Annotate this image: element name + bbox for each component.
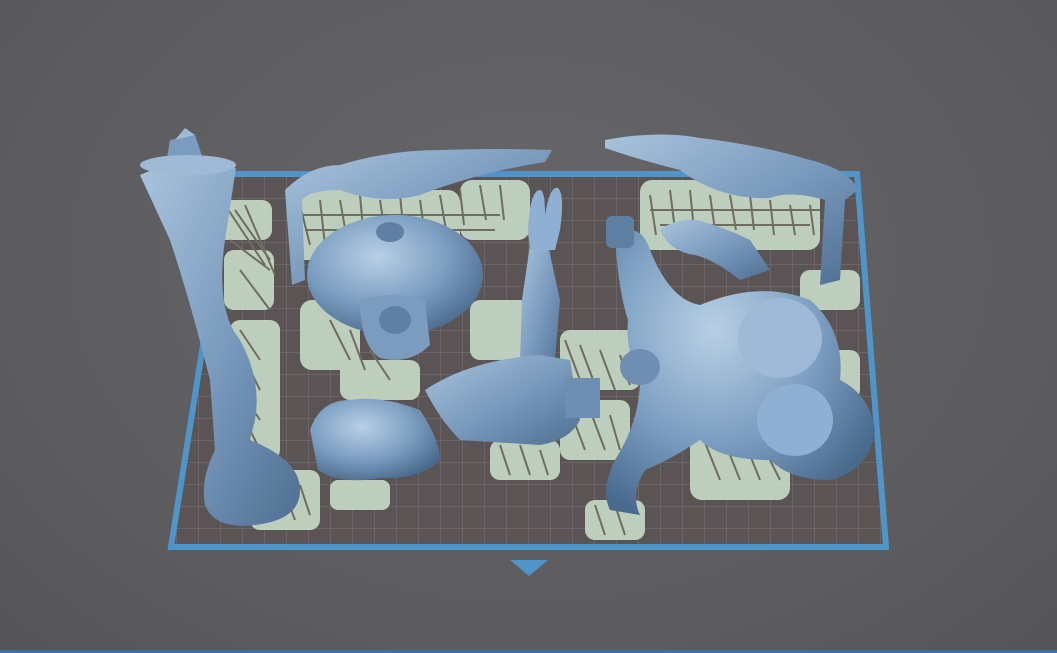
3d-viewport[interactable] [0,0,1057,653]
front-indicator-icon [510,560,548,576]
print-scene[interactable] [0,0,1057,653]
